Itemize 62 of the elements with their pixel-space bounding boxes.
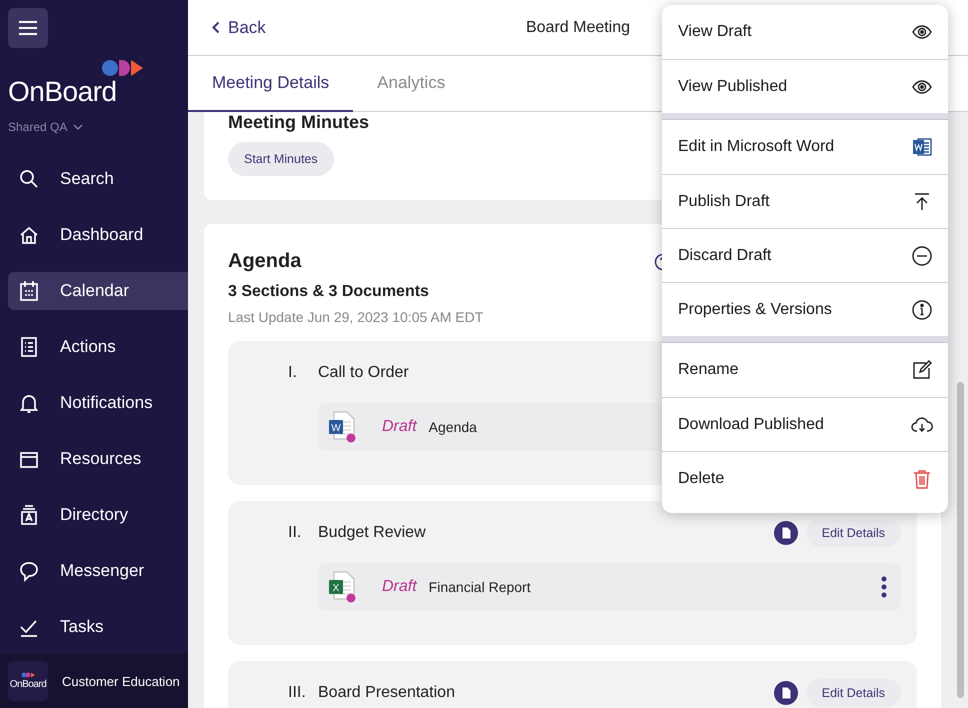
- sidebar-item[interactable]: Tasks: [8, 608, 188, 646]
- section-title: Call to Order: [318, 364, 409, 382]
- section-number: I.: [288, 364, 298, 382]
- more-options-icon[interactable]: [881, 576, 887, 598]
- contact-card-icon: [18, 504, 40, 526]
- calendar-icon: [18, 280, 40, 302]
- workspace-switcher[interactable]: Shared QA: [8, 120, 84, 134]
- agenda-heading: Agenda: [228, 250, 302, 273]
- trash-icon: [911, 468, 933, 490]
- bell-icon: [18, 392, 40, 414]
- agenda-summary: 3 Sections & 3 Documents: [228, 283, 429, 301]
- menu-item[interactable]: Rename: [662, 343, 948, 397]
- page-title: Board Meeting: [526, 18, 630, 36]
- sidebar-item[interactable]: Dashboard: [8, 216, 188, 254]
- sidebar-item[interactable]: Resources: [8, 440, 188, 478]
- menu-item[interactable]: Edit in Microsoft Word: [662, 120, 948, 174]
- document-name: Agenda: [428, 419, 477, 435]
- menu-item[interactable]: Download Published: [662, 397, 948, 451]
- sidebar-item[interactable]: Directory: [8, 496, 188, 534]
- section-number: III.: [288, 684, 307, 702]
- minus-circle-icon: [911, 244, 933, 266]
- brand-logo-text: OnBoard: [8, 78, 117, 106]
- list-icon: [18, 336, 40, 358]
- menu-icon: [18, 20, 38, 36]
- section-number: II.: [288, 524, 302, 542]
- info-icon: [911, 298, 933, 320]
- sidebar-item[interactable]: Search: [8, 160, 188, 198]
- edit-icon: [911, 359, 933, 381]
- word-icon: [911, 136, 933, 158]
- section-title: Board Presentation: [318, 684, 455, 702]
- menu-item[interactable]: View Draft: [662, 5, 948, 59]
- scrollbar[interactable]: [957, 382, 964, 698]
- back-link[interactable]: Back: [212, 18, 266, 38]
- menu-button[interactable]: [8, 8, 48, 48]
- logo-icon: [101, 58, 145, 78]
- edit-details-button[interactable]: Edit Details: [806, 519, 901, 547]
- document-icon[interactable]: [774, 521, 798, 545]
- chevron-down-icon: [73, 124, 84, 130]
- organization-name: Customer Education: [62, 674, 180, 688]
- section-title: Budget Review: [318, 524, 426, 542]
- speech-bubble-icon: [18, 560, 40, 582]
- document-row[interactable]: X Draft Financial Report: [318, 563, 901, 611]
- menu-item[interactable]: Delete: [662, 451, 948, 505]
- home-icon: [18, 224, 40, 246]
- logo-text: OnBoard: [10, 679, 46, 690]
- sidebar-item[interactable]: Notifications: [8, 384, 188, 422]
- draft-status: Draft: [382, 418, 417, 436]
- menu-item[interactable]: Discard Draft: [662, 228, 948, 282]
- start-minutes-button[interactable]: Start Minutes: [228, 142, 334, 176]
- chevron-left-icon: [212, 21, 220, 34]
- draft-status: Draft: [382, 578, 417, 596]
- sidebar-item[interactable]: Calendar: [8, 272, 188, 310]
- logo-icon: [21, 672, 35, 678]
- document-name: Financial Report: [428, 579, 531, 595]
- menu-item[interactable]: Publish Draft: [662, 174, 948, 228]
- document-icon[interactable]: [774, 681, 798, 705]
- sidebar-item[interactable]: Actions: [8, 328, 188, 366]
- edit-details-button[interactable]: Edit Details: [806, 679, 901, 707]
- search-icon: [18, 168, 40, 190]
- last-update-text: Last Update Jun 29, 2023 10:05 AM EDT: [228, 309, 484, 325]
- section-heading: Meeting Minutes: [228, 112, 370, 132]
- sidebar-item[interactable]: Messenger: [8, 552, 188, 590]
